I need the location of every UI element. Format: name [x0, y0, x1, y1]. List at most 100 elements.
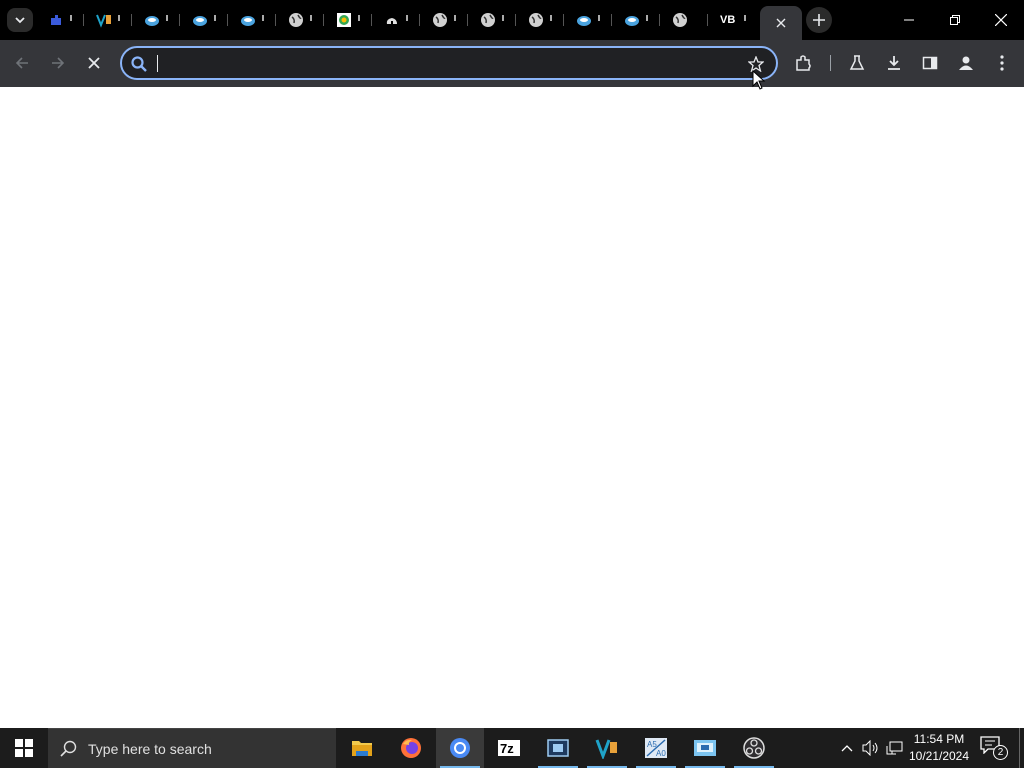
tab[interactable]	[662, 6, 708, 34]
taskbar-app-chrome[interactable]	[436, 728, 484, 768]
svg-text:7z: 7z	[500, 741, 514, 756]
address-bar[interactable]	[120, 46, 778, 80]
mouse-cursor-icon	[752, 70, 766, 90]
close-window-button[interactable]	[978, 0, 1024, 40]
profile-button[interactable]	[952, 49, 980, 77]
taskbar-app-video-editor[interactable]	[534, 728, 582, 768]
search-icon	[131, 56, 147, 72]
forward-button[interactable]	[44, 49, 72, 77]
tab-active[interactable]	[760, 6, 802, 40]
vb-favicon-icon	[96, 12, 112, 28]
back-button[interactable]	[8, 49, 36, 77]
vb-app-icon	[595, 739, 617, 759]
tab[interactable]	[134, 6, 180, 34]
svg-text:A0: A0	[656, 749, 666, 758]
taskbar-clock[interactable]: 11:54 PM 10/21/2024	[908, 731, 970, 765]
show-desktop-button[interactable]	[1019, 728, 1024, 768]
extensions-button[interactable]	[790, 49, 818, 77]
taskbar-app-vb[interactable]	[583, 728, 631, 768]
close-icon	[88, 57, 100, 69]
taskbar-app-7zip[interactable]: 7z	[485, 728, 533, 768]
blue-bird-favicon-icon	[240, 12, 256, 28]
toolbar-divider	[830, 55, 831, 71]
film-icon	[547, 739, 569, 757]
tab[interactable]	[518, 6, 564, 34]
downloads-button[interactable]	[880, 49, 908, 77]
address-input[interactable]	[156, 53, 736, 75]
vb-text-favicon-icon: VB	[720, 14, 736, 26]
minimize-icon	[904, 19, 914, 21]
kebab-menu-icon	[1000, 55, 1004, 71]
search-placeholder: Type here to search	[88, 740, 212, 757]
taskbar-app-firefox[interactable]	[387, 728, 435, 768]
plus-icon	[813, 14, 825, 26]
side-panel-icon	[922, 56, 938, 70]
cloud-favicon-icon	[384, 12, 400, 28]
7zip-icon: 7z	[498, 740, 520, 756]
notification-count-badge: 2	[993, 745, 1008, 760]
tab[interactable]	[278, 6, 324, 34]
globe-favicon-icon	[528, 12, 544, 28]
tab[interactable]	[230, 6, 276, 34]
arrow-right-icon	[52, 57, 65, 69]
stop-loading-button[interactable]	[80, 49, 108, 77]
puzzle-icon	[796, 55, 811, 71]
close-tab-icon[interactable]	[776, 18, 786, 28]
new-tab-button[interactable]	[806, 7, 832, 33]
taskbar-app-calculator[interactable]: A5 A0	[632, 728, 680, 768]
tab[interactable]	[614, 6, 660, 34]
taskbar-app-obs[interactable]	[730, 728, 778, 768]
globe-favicon-icon	[288, 12, 304, 28]
tab[interactable]	[566, 6, 612, 34]
network-icon	[886, 741, 903, 755]
arrow-left-icon	[15, 57, 28, 69]
blue-bird-favicon-icon	[576, 12, 592, 28]
restore-button[interactable]	[932, 0, 978, 40]
volume-button[interactable]	[860, 736, 882, 760]
tab[interactable]	[470, 6, 516, 34]
taskbar-search-box[interactable]: Type here to search	[48, 728, 336, 768]
blue-bird-favicon-icon	[624, 12, 640, 28]
globe-favicon-icon	[432, 12, 448, 28]
chevron-down-icon	[15, 17, 25, 24]
folder-icon	[352, 741, 372, 756]
taskbar-app-control-panel[interactable]	[681, 728, 729, 768]
browser-toolbar	[0, 40, 1024, 87]
tab-search-button[interactable]	[7, 8, 33, 32]
menu-button[interactable]	[988, 49, 1016, 77]
tab[interactable]	[86, 6, 132, 34]
windows-logo-icon	[15, 739, 33, 757]
network-button[interactable]	[884, 736, 906, 760]
page-content	[0, 87, 1024, 728]
tab[interactable]	[374, 6, 420, 34]
windows-taskbar: Type here to search 7z A5 A0 11:54 PM 10/…	[0, 728, 1024, 768]
globe-favicon-icon	[480, 12, 496, 28]
speaker-icon	[862, 740, 878, 756]
minimize-button[interactable]	[886, 0, 932, 40]
taskbar-app-file-explorer[interactable]	[338, 728, 386, 768]
restore-icon	[950, 15, 960, 25]
side-panel-button[interactable]	[916, 49, 944, 77]
search-icon	[60, 740, 77, 757]
tab[interactable]	[326, 6, 372, 34]
clock-date: 10/21/2024	[908, 749, 970, 763]
browser-window: VB	[0, 0, 1024, 728]
chrome-web-favicon-icon	[336, 12, 352, 28]
start-button[interactable]	[0, 728, 48, 768]
tab[interactable]	[422, 6, 468, 34]
calculator-app-icon: A5A0	[645, 738, 667, 758]
blue-bird-favicon-icon	[192, 12, 208, 28]
globe-favicon-icon	[672, 12, 688, 28]
tab[interactable]: VB	[710, 6, 756, 34]
download-icon	[888, 56, 900, 70]
action-center-button[interactable]: 2	[980, 736, 1008, 760]
labs-button[interactable]	[843, 49, 871, 77]
svg-text:A5: A5	[647, 740, 657, 749]
tab[interactable]	[182, 6, 228, 34]
control-panel-icon	[694, 740, 716, 756]
tab[interactable]	[38, 6, 84, 34]
show-hidden-icons-button[interactable]	[836, 736, 858, 760]
blue-bird-favicon-icon	[144, 12, 160, 28]
text-caret	[157, 55, 158, 72]
flask-icon	[849, 55, 865, 70]
